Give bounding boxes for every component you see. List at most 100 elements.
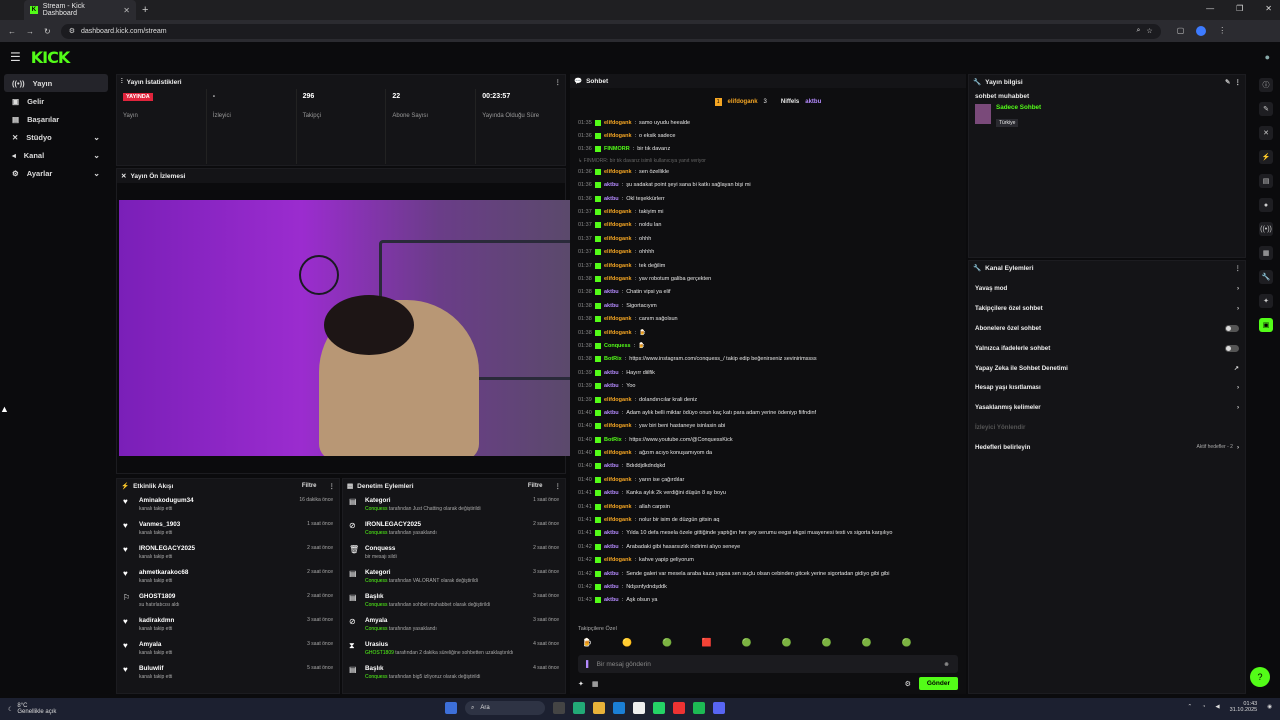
emote-icon[interactable]: 🟡	[622, 638, 632, 647]
chat-message[interactable]: 01:38 elifdogank: canım sağolsun	[570, 312, 966, 325]
chat-username[interactable]: elifdogank	[604, 423, 632, 429]
file-explorer-icon[interactable]	[593, 702, 605, 714]
chat-username[interactable]: elifdogank	[604, 517, 632, 523]
chat-message[interactable]: 01:38 aktbu: Sigortacıyım	[570, 299, 966, 312]
activity-username[interactable]: Buluwlif	[139, 665, 172, 672]
whatsapp-icon[interactable]	[653, 702, 665, 714]
chat-message[interactable]: 01:41 elifdogank: nolur bir isim de düzgün…	[570, 513, 966, 526]
emote-icon[interactable]: 🟥	[702, 638, 712, 647]
channel-action[interactable]: Hesap yaşı kısıtlaması ›	[969, 378, 1245, 398]
chat-username[interactable]: aktbu	[604, 303, 619, 309]
channel-action[interactable]: Yapay Zeka ile Sohbet Denetimi ↗	[969, 358, 1245, 378]
chat-message[interactable]: 01:40 elifdogank: yarın ise çağırdılar	[570, 473, 966, 486]
weather-widget[interactable]: ☾ 8°C Genellikle açık	[8, 703, 56, 715]
chat-message[interactable]: 01:37 elifdogank: tek değilim	[570, 259, 966, 272]
chat-message[interactable]: 01:41 aktbu: Yılda 10 defa mesela özele gi…	[570, 527, 966, 540]
info-icon[interactable]: ⓘ	[1259, 78, 1273, 92]
moderation-actor[interactable]: Conquess	[365, 530, 388, 536]
chat-message[interactable]: 01:40 aktbu: Adam aylık belli miktar ödüyo…	[570, 406, 966, 419]
chat-message[interactable]: 01:37 elifdogank: ohhhh	[570, 246, 966, 259]
channel-action[interactable]: Yalnızca ifadelerle sohbet	[969, 338, 1245, 358]
volume-icon[interactable]: ◀	[1215, 704, 1219, 710]
chat-username[interactable]: aktbu	[604, 383, 619, 389]
sidebar-item-yayin[interactable]: ((•)) Yayın	[4, 74, 108, 92]
moderation-row[interactable]: ▤ Kategori Conquess tarafından Just Chatti…	[343, 493, 565, 517]
more-options-icon[interactable]: ⋮	[555, 78, 562, 86]
extensions-icon[interactable]: ▢	[1177, 26, 1185, 36]
moderation-actor[interactable]: Conquess	[365, 626, 388, 632]
chat-username[interactable]: elifdogank	[604, 169, 632, 175]
chat-username[interactable]: Conquess	[604, 343, 631, 349]
chat-username[interactable]: BotRix	[604, 356, 622, 362]
kick-logo[interactable]: KICK	[31, 48, 70, 67]
lightning-icon[interactable]: ⚡	[1259, 150, 1273, 164]
moderation-row[interactable]: ⊘ Amyala Conquess tarafından yasaklandı 3 s…	[343, 613, 565, 637]
channel-action[interactable]: Yasaklanmış kelimeler ›	[969, 398, 1245, 418]
chevron-up-icon[interactable]: ⌃	[1187, 704, 1192, 710]
chat-message[interactable]: 01:42 aktbu: Sende galeri var mesela araba…	[570, 567, 966, 580]
moderation-row[interactable]: 🗑 Conquess bir mesajı sildi 2 saat önce	[343, 541, 565, 565]
moderation-row[interactable]: ⊘ IRONLEGACY2025 Conquess tarafından yasak…	[343, 517, 565, 541]
more-options-icon[interactable]: ⋮	[1235, 78, 1242, 86]
toggle-switch[interactable]	[1225, 324, 1239, 332]
channel-action[interactable]: Abonelere özel sohbet	[969, 319, 1245, 339]
activity-username[interactable]: Amyala	[139, 641, 172, 648]
discord-icon[interactable]	[713, 702, 725, 714]
chat-username[interactable]: aktbu	[604, 597, 619, 603]
activity-row[interactable]: ♥ Amyala kanalı takip etti 3 saat önce	[117, 637, 339, 661]
activity-username[interactable]: ahmetkarakoc68	[139, 569, 188, 576]
filter-button[interactable]: Filtre	[302, 483, 317, 489]
profile-avatar[interactable]	[1196, 26, 1207, 36]
list-icon[interactable]: ▤	[1259, 174, 1273, 188]
chat-username[interactable]: FINMORR	[604, 146, 630, 152]
edit-icon[interactable]: ✎	[1225, 78, 1230, 86]
activity-row[interactable]: ♥ kadirakdmn kanalı takip etti 3 saat önce	[117, 613, 339, 637]
browser-menu-icon[interactable]: ⋮	[1218, 26, 1226, 36]
zoom-icon[interactable]: ⌕	[1137, 27, 1141, 35]
sidebar-item-studyo[interactable]: ✕ Stüdyo ⌄	[4, 128, 108, 146]
chat-username[interactable]: BotRix	[604, 437, 622, 443]
chat-username[interactable]: elifdogank	[604, 263, 632, 269]
broadcast-icon[interactable]: ((•))	[1259, 222, 1273, 236]
chat-username[interactable]: elifdogank	[604, 133, 632, 139]
stack-icon[interactable]: ▦	[1259, 246, 1273, 260]
edge-icon[interactable]	[613, 702, 625, 714]
more-options-icon[interactable]: ⋮	[1235, 264, 1242, 272]
chat-username[interactable]: elifdogank	[604, 316, 632, 322]
address-bar[interactable]: ⚙ dashboard.kick.com/stream ⌕ ☆	[60, 23, 1161, 39]
activity-username[interactable]: GHOST1809	[139, 593, 180, 600]
activity-row[interactable]: ♥ Buluwlif kanalı takip etti 5 saat önce	[117, 661, 339, 685]
activity-username[interactable]: Vanmes_1903	[139, 521, 180, 528]
windows-start-icon[interactable]	[445, 702, 457, 714]
back-icon[interactable]: ←	[8, 27, 16, 36]
chat-message[interactable]: 01:37 elifdogank: ohhh	[570, 232, 966, 245]
chat-username[interactable]: elifdogank	[604, 276, 632, 282]
emote-icon[interactable]: 🟢	[822, 638, 832, 647]
moderation-row[interactable]: ⧗ Urasius GHOST1809 tarafından 2 dakika sü…	[343, 637, 565, 661]
chat-message[interactable]: 01:42 elifdogank: kahve yapip geliyorum	[570, 554, 966, 567]
chat-message[interactable]: 01:38 elifdogank: 🍺	[570, 326, 966, 339]
chat-username[interactable]: elifdogank	[604, 249, 632, 255]
activity-username[interactable]: kadirakdmn	[139, 617, 174, 624]
chat-input[interactable]: ▌ Bir mesaj gönderin ☻	[578, 655, 958, 673]
chat-username[interactable]: aktbu	[604, 490, 619, 496]
maximize-icon[interactable]: ❐	[1236, 4, 1243, 13]
emote-icon[interactable]: 🍺	[582, 638, 592, 647]
new-tab-icon[interactable]: +	[142, 4, 148, 16]
chrome-icon[interactable]	[633, 702, 645, 714]
leaderboard-user[interactable]: Niffels	[781, 99, 799, 105]
chat-message[interactable]: 01:38 Conquess: 🍺	[570, 339, 966, 352]
moderation-actor[interactable]: GHOST1809	[365, 650, 394, 656]
moderation-actor[interactable]: Conquess	[365, 506, 388, 512]
bookmark-star-icon[interactable]: ☆	[1146, 27, 1152, 35]
emote-icon[interactable]: 🟢	[662, 638, 672, 647]
chat-message[interactable]: 01:39 aktbu: Yoo	[570, 379, 966, 392]
layout-icon[interactable]: ✕	[1259, 126, 1273, 140]
chat-message[interactable]: 01:40 BotRix: https://www.youtube.com/@Con…	[570, 433, 966, 446]
activity-username[interactable]: Aminakodugum34	[139, 497, 194, 504]
chat-message[interactable]: 01:41 aktbu: Kanka aylık 2k verdiğini düşü…	[570, 487, 966, 500]
chat-username[interactable]: aktbu	[604, 410, 619, 416]
chat-message[interactable]: 01:38 aktbu: Chatin vipsi ya elif	[570, 286, 966, 299]
stream-video-preview[interactable]	[119, 200, 577, 456]
leaderboard-user[interactable]: aktbu	[805, 99, 821, 105]
